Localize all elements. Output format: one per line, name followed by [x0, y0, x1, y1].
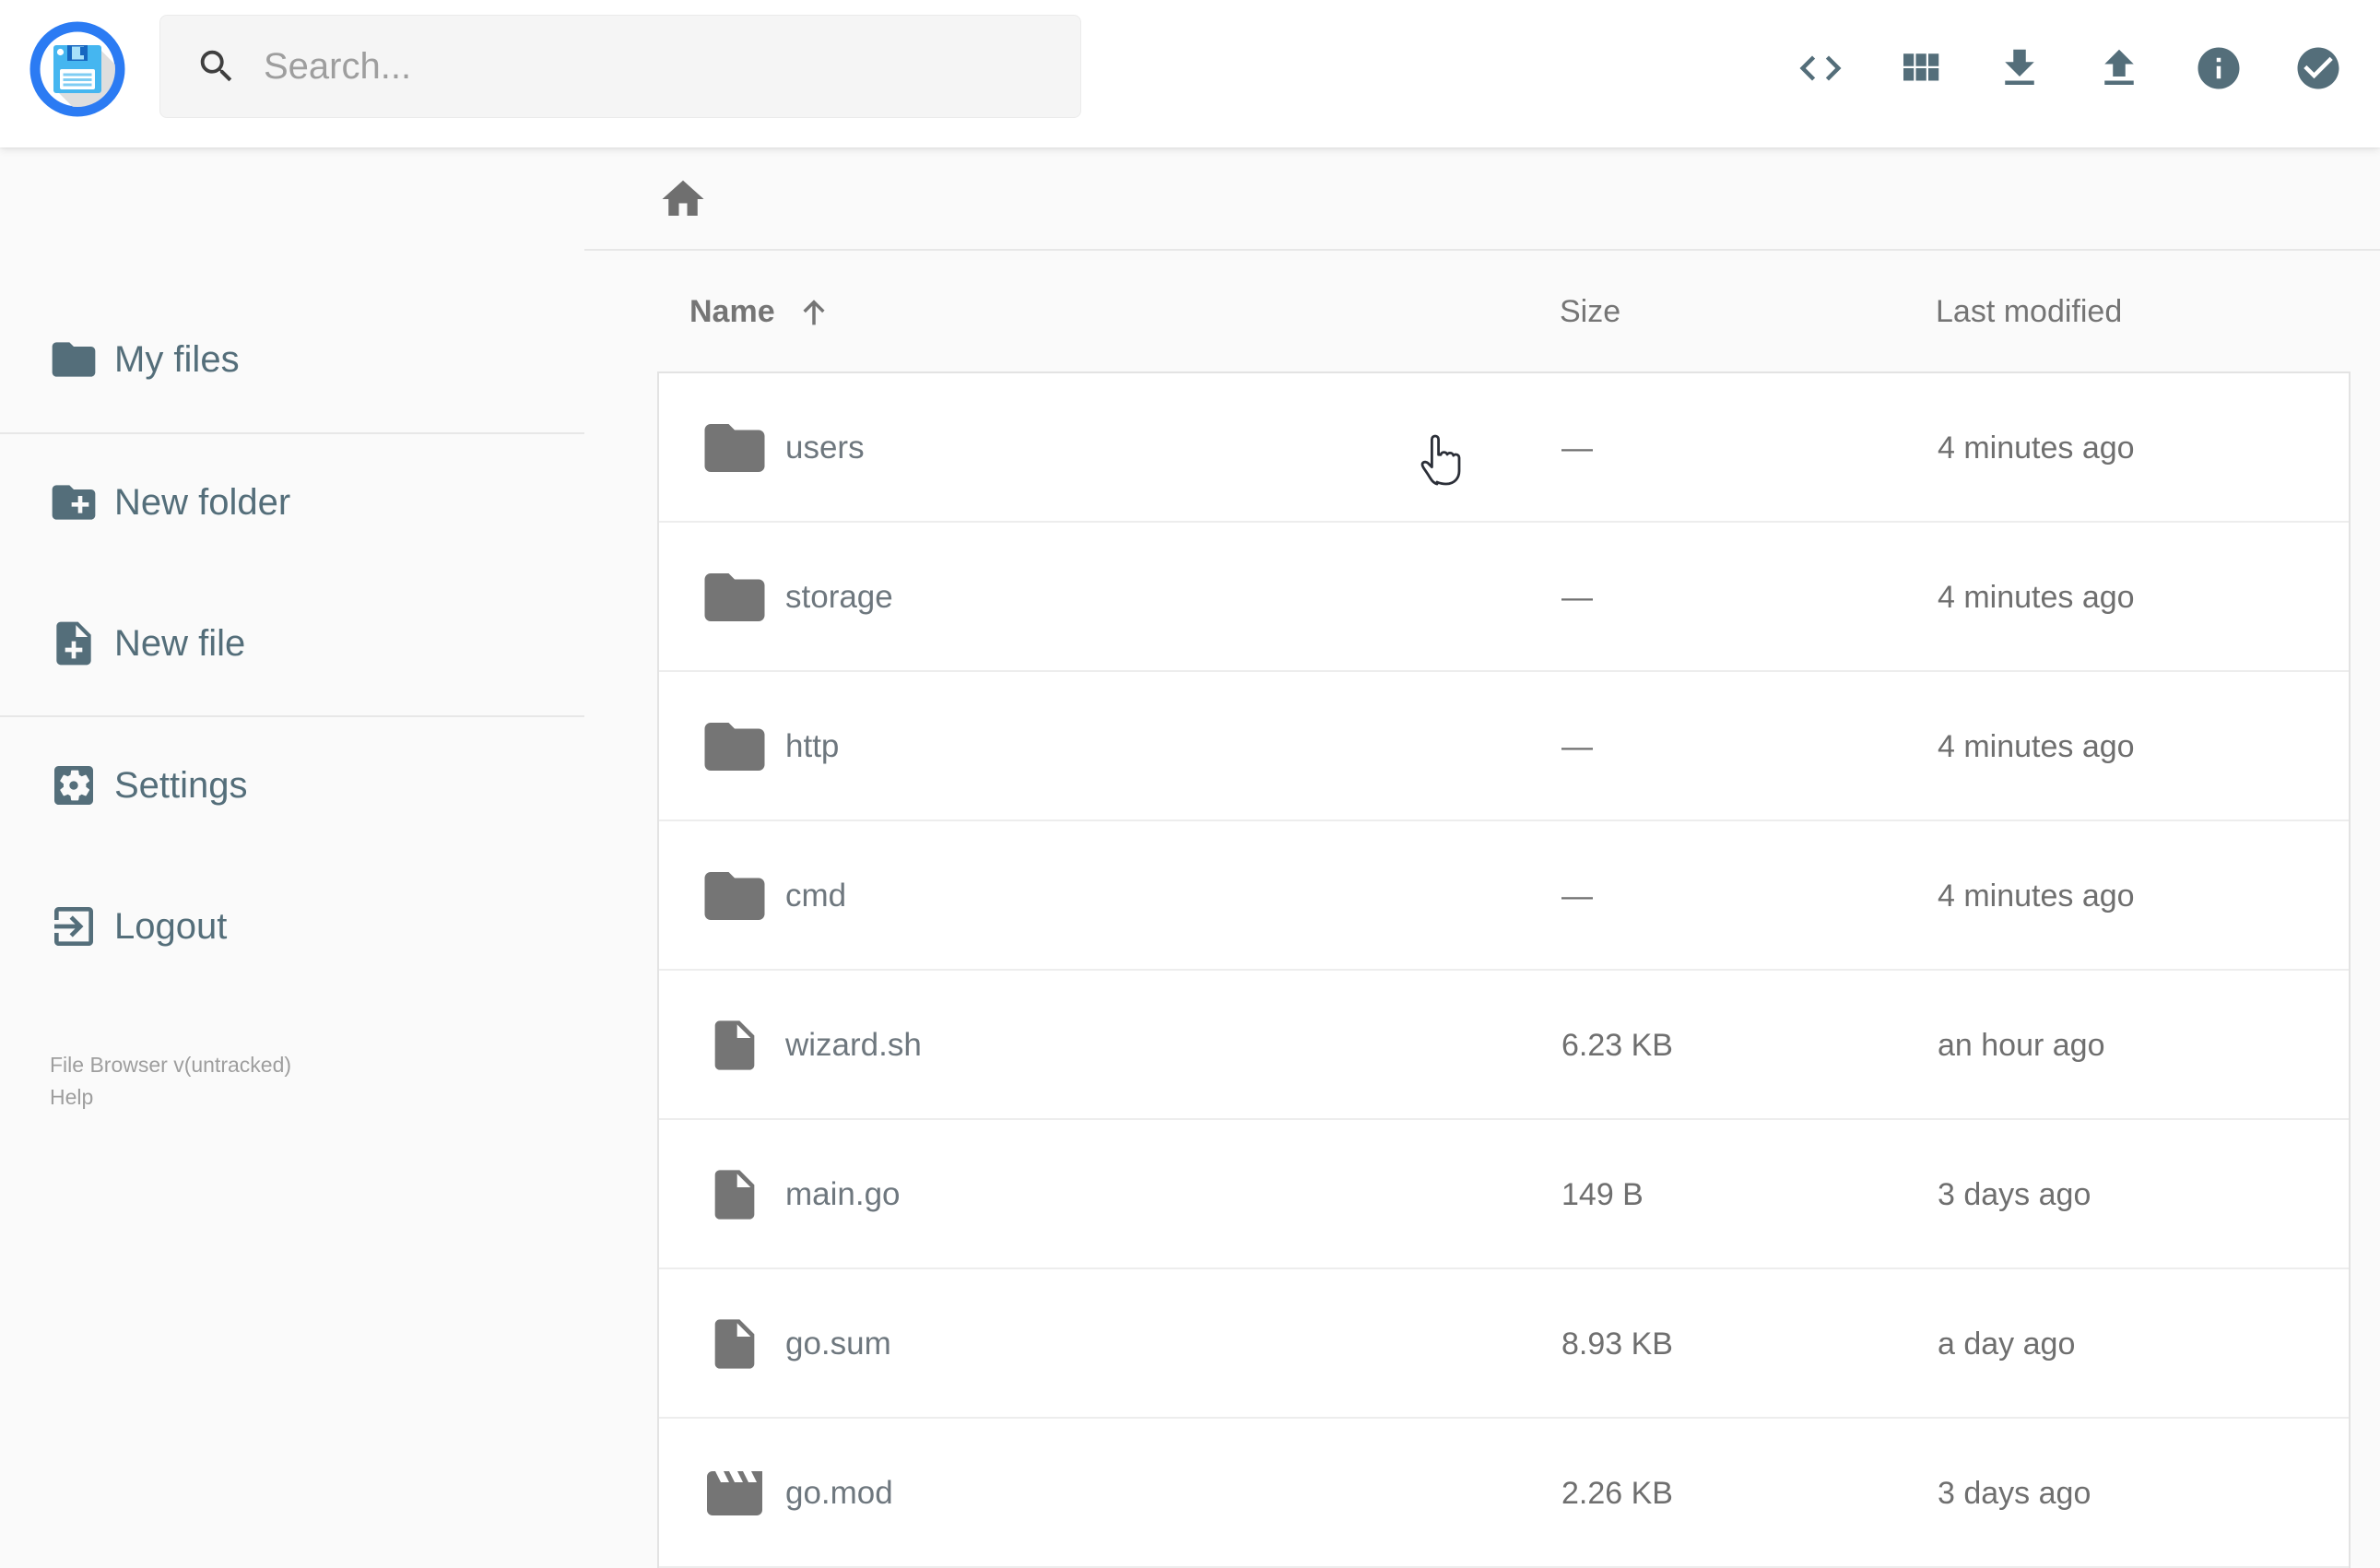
file-size: 6.23 KB — [1561, 971, 1673, 1120]
file-size: — — [1561, 523, 1593, 672]
file-name: http — [785, 672, 839, 821]
folder-icon — [699, 412, 771, 484]
file-size: 8.93 KB — [1561, 1269, 1673, 1419]
home-icon — [658, 174, 708, 224]
folder-icon — [48, 334, 100, 385]
file-row-cmd[interactable]: cmd — 4 minutes ago — [659, 821, 2349, 971]
sidebar-item-label: Logout — [114, 906, 227, 948]
file-modified: 3 days ago — [1938, 1419, 2091, 1568]
file-name: main.go — [785, 1120, 901, 1269]
sidebar: My files New folder New file Settings Lo… — [0, 147, 584, 1530]
folder-icon — [699, 711, 771, 783]
file-size: — — [1561, 373, 1593, 523]
file-listing: users — 4 minutes ago storage — 4 minute… — [657, 371, 2351, 1568]
filebrowser-logo[interactable] — [29, 21, 125, 117]
code-icon[interactable] — [1796, 43, 1845, 93]
sidebar-divider — [0, 432, 584, 434]
column-header-size[interactable]: Size — [1560, 253, 1620, 371]
file-row-main.go[interactable]: main.go 149 B 3 days ago — [659, 1120, 2349, 1269]
sidebar-item-logout[interactable]: Logout — [0, 884, 584, 969]
sidebar-item-label: New folder — [114, 482, 290, 524]
file-row-wizard.sh[interactable]: wizard.sh 6.23 KB an hour ago — [659, 971, 2349, 1120]
file-icon — [705, 1315, 764, 1373]
home-breadcrumb-button[interactable] — [658, 174, 708, 224]
movie-file-icon — [701, 1460, 768, 1527]
file-modified: 4 minutes ago — [1938, 672, 2135, 821]
file-name: go.sum — [785, 1269, 891, 1419]
file-name: cmd — [785, 821, 846, 971]
file-name: storage — [785, 523, 893, 672]
sort-ascending-icon — [795, 294, 832, 331]
file-row-storage[interactable]: storage — 4 minutes ago — [659, 523, 2349, 672]
file-row-http[interactable]: http — 4 minutes ago — [659, 672, 2349, 821]
sidebar-divider — [0, 715, 584, 717]
file-size: — — [1561, 672, 1593, 821]
listing-header: Name Size Last modified — [584, 253, 2380, 371]
upload-icon[interactable] — [2094, 43, 2144, 93]
breadcrumb — [584, 147, 2380, 251]
column-header-modified[interactable]: Last modified — [1936, 253, 2122, 371]
sidebar-item-label: Settings — [114, 765, 248, 807]
file-size: 2.26 KB — [1561, 1419, 1673, 1568]
help-link[interactable]: Help — [50, 1085, 93, 1109]
folder-icon — [699, 561, 771, 633]
column-label: Last modified — [1936, 294, 2122, 330]
version-link[interactable]: File Browser v(untracked) — [50, 1053, 291, 1077]
file-name: go.mod — [785, 1419, 893, 1568]
column-label: Name — [689, 294, 775, 330]
logout-icon — [48, 901, 100, 952]
sidebar-item-new-file[interactable]: New file — [0, 601, 584, 686]
file-modified: 4 minutes ago — [1938, 373, 2135, 523]
file-row-users[interactable]: users — 4 minutes ago — [659, 373, 2349, 523]
info-icon[interactable] — [2194, 43, 2244, 93]
sidebar-item-new-folder[interactable]: New folder — [0, 460, 584, 545]
file-size: — — [1561, 821, 1593, 971]
file-modified: a day ago — [1938, 1269, 2075, 1419]
sidebar-item-label: New file — [114, 623, 245, 665]
folder-icon — [699, 860, 771, 932]
column-header-name[interactable]: Name — [689, 253, 832, 371]
file-modified: 4 minutes ago — [1938, 821, 2135, 971]
toolbar-icons — [1796, 43, 2343, 93]
floppy-disk-logo-icon — [29, 21, 125, 117]
sidebar-item-settings[interactable]: Settings — [0, 743, 584, 828]
file-name: users — [785, 373, 865, 523]
sidebar-item-label: My files — [114, 339, 240, 381]
file-size: 149 B — [1561, 1120, 1644, 1269]
file-modified: 4 minutes ago — [1938, 523, 2135, 672]
sidebar-item-my-files[interactable]: My files — [0, 317, 584, 402]
sidebar-footer: File Browser v(untracked) Help — [50, 1049, 291, 1114]
settings-gear-icon — [48, 760, 100, 811]
grid-view-icon[interactable] — [1895, 43, 1945, 93]
file-modified: an hour ago — [1938, 971, 2105, 1120]
file-icon — [705, 1165, 764, 1224]
main-content: Name Size Last modified users — 4 minute… — [584, 147, 2380, 1530]
file-row-go.sum[interactable]: go.sum 8.93 KB a day ago — [659, 1269, 2349, 1419]
download-icon[interactable] — [1995, 43, 2044, 93]
search-input[interactable] — [264, 46, 1038, 88]
top-bar — [0, 0, 2380, 147]
select-multiple-icon[interactable] — [2293, 43, 2343, 93]
folder-plus-icon — [48, 477, 100, 528]
file-modified: 3 days ago — [1938, 1120, 2091, 1269]
search-icon — [195, 45, 238, 88]
file-icon — [705, 1016, 764, 1075]
file-name: wizard.sh — [785, 971, 922, 1120]
search-bar[interactable] — [159, 15, 1081, 118]
file-plus-icon — [48, 618, 100, 669]
column-label: Size — [1560, 294, 1620, 330]
file-row-go.mod[interactable]: go.mod 2.26 KB 3 days ago — [659, 1419, 2349, 1568]
